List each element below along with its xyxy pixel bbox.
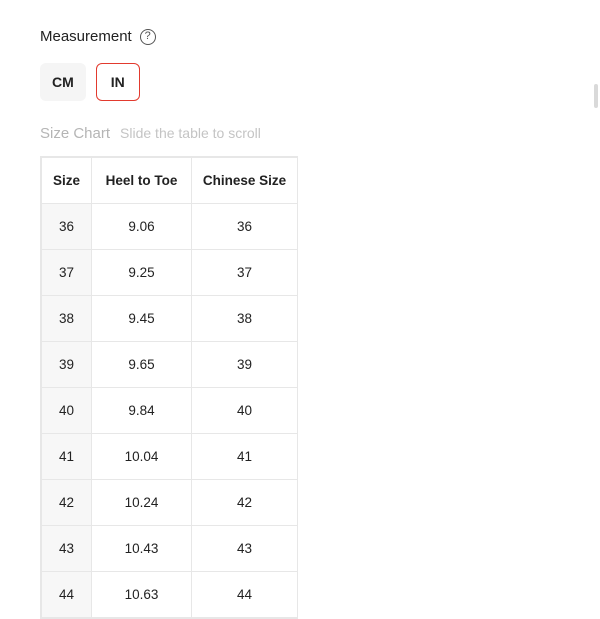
table-row: 409.8440 (42, 388, 298, 434)
cell-size: 40 (42, 388, 92, 434)
sizechart-label: Size Chart (40, 125, 110, 142)
table-header-row: Size Heel to Toe Chinese Size (42, 158, 298, 204)
table-row: 369.0636 (42, 204, 298, 250)
cell-heel-to-toe: 10.63 (92, 572, 192, 618)
cell-chinese-size: 44 (192, 572, 298, 618)
cell-size: 36 (42, 204, 92, 250)
cell-chinese-size: 41 (192, 434, 298, 480)
cell-heel-to-toe: 9.45 (92, 296, 192, 342)
cell-size: 44 (42, 572, 92, 618)
table-row: 4310.4343 (42, 526, 298, 572)
measurement-header: Measurement ? (40, 28, 600, 45)
cell-heel-to-toe: 10.04 (92, 434, 192, 480)
sizechart-table-container[interactable]: Size Heel to Toe Chinese Size 369.063637… (40, 156, 298, 619)
cell-size: 43 (42, 526, 92, 572)
sizechart-hint: Slide the table to scroll (120, 125, 261, 141)
table-row: 389.4538 (42, 296, 298, 342)
help-icon[interactable]: ? (140, 29, 156, 45)
cell-heel-to-toe: 9.25 (92, 250, 192, 296)
cell-size: 38 (42, 296, 92, 342)
unit-in-button[interactable]: IN (96, 63, 140, 101)
unit-cm-button[interactable]: CM (40, 63, 86, 101)
header-chinese-size: Chinese Size (192, 158, 298, 204)
cell-size: 39 (42, 342, 92, 388)
scrollbar-thumb[interactable] (594, 84, 598, 108)
cell-chinese-size: 42 (192, 480, 298, 526)
cell-chinese-size: 38 (192, 296, 298, 342)
table-row: 399.6539 (42, 342, 298, 388)
cell-size: 41 (42, 434, 92, 480)
cell-chinese-size: 40 (192, 388, 298, 434)
table-row: 4210.2442 (42, 480, 298, 526)
sizechart-header: Size Chart Slide the table to scroll (40, 125, 600, 142)
cell-heel-to-toe: 9.84 (92, 388, 192, 434)
header-heel-to-toe: Heel to Toe (92, 158, 192, 204)
sizechart-table: Size Heel to Toe Chinese Size 369.063637… (41, 157, 298, 618)
table-row: 4110.0441 (42, 434, 298, 480)
cell-heel-to-toe: 10.43 (92, 526, 192, 572)
cell-chinese-size: 39 (192, 342, 298, 388)
table-row: 4410.6344 (42, 572, 298, 618)
cell-heel-to-toe: 10.24 (92, 480, 192, 526)
table-row: 379.2537 (42, 250, 298, 296)
header-size: Size (42, 158, 92, 204)
cell-size: 37 (42, 250, 92, 296)
cell-chinese-size: 37 (192, 250, 298, 296)
unit-toggle: CM IN (40, 63, 600, 101)
cell-chinese-size: 43 (192, 526, 298, 572)
cell-size: 42 (42, 480, 92, 526)
cell-heel-to-toe: 9.65 (92, 342, 192, 388)
cell-chinese-size: 36 (192, 204, 298, 250)
measurement-label: Measurement (40, 28, 132, 45)
cell-heel-to-toe: 9.06 (92, 204, 192, 250)
